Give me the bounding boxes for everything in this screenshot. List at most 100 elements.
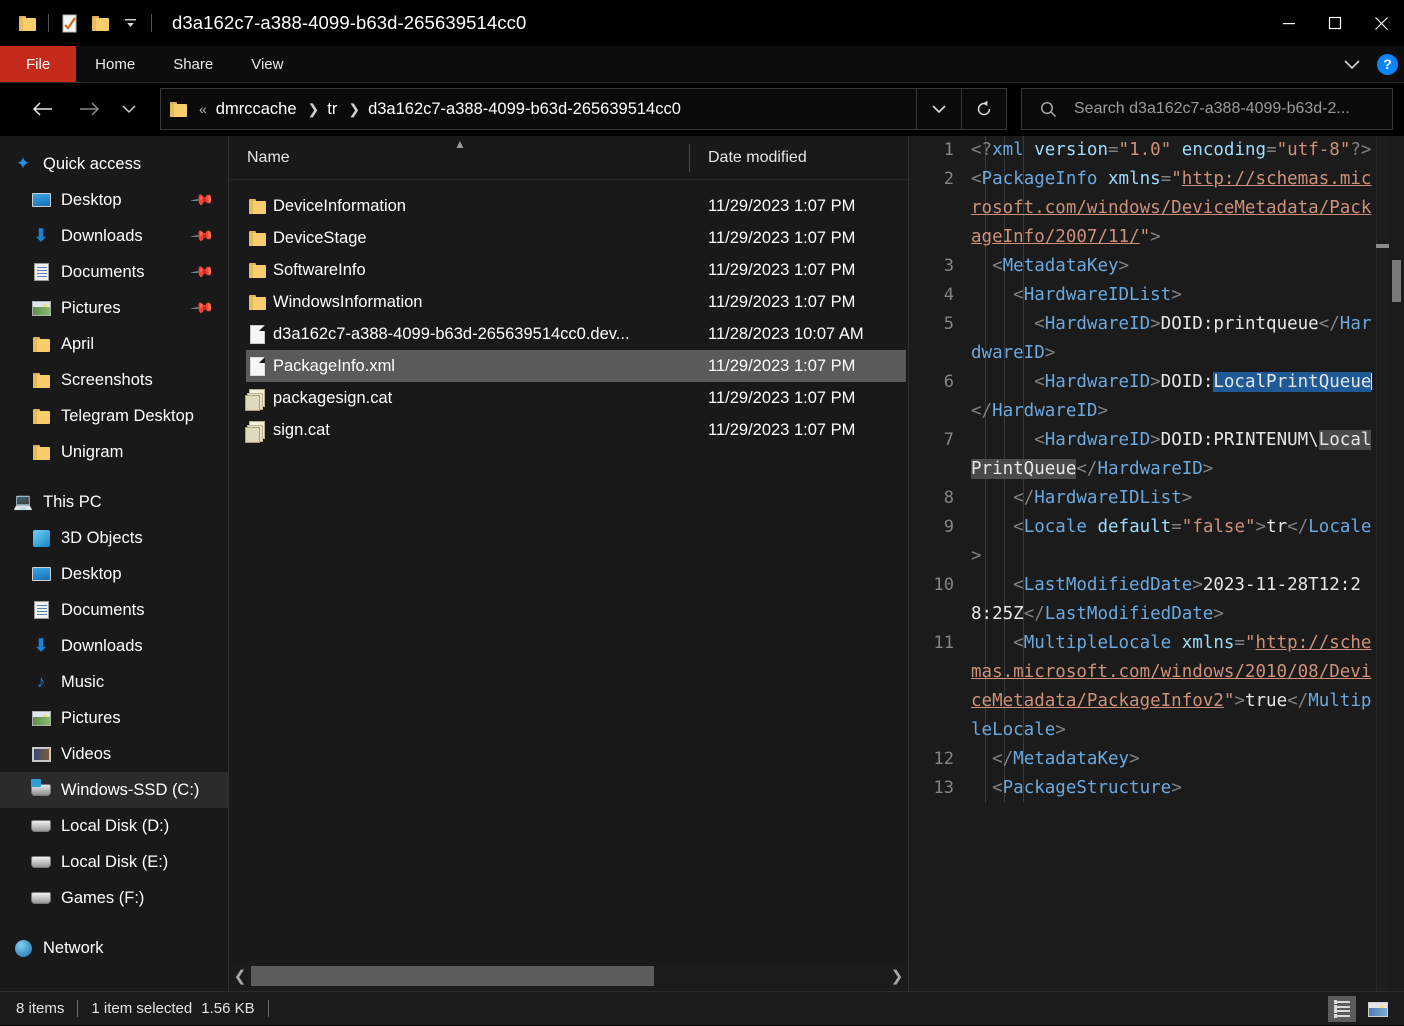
column-divider[interactable] — [689, 144, 690, 172]
back-button[interactable] — [26, 92, 60, 126]
breadcrumb-separator-1-icon[interactable]: ❯ — [300, 101, 325, 118]
sidebar-item-music[interactable]: ♪ Music — [0, 664, 228, 700]
tab-share[interactable]: Share — [154, 46, 232, 82]
sidebar-item-local-disk-d[interactable]: Local Disk (D:) — [0, 808, 228, 844]
sidebar-item-pc-desktop[interactable]: Desktop — [0, 556, 228, 592]
sidebar-item-pc-documents[interactable]: Documents — [0, 592, 228, 628]
sidebar-label: Windows-SSD (C:) — [61, 781, 199, 800]
minimize-button[interactable] — [1266, 0, 1312, 46]
sidebar-item-network[interactable]: Network — [0, 930, 228, 966]
sidebar-item-unigram[interactable]: Unigram — [0, 434, 228, 470]
properties-icon[interactable] — [55, 8, 85, 38]
code-token: MetadataKey — [1013, 749, 1129, 769]
code-token: < — [971, 314, 1045, 334]
address-bar[interactable]: « dmrccache ❯ tr ❯ d3a162c7-a388-4099-b6… — [160, 88, 1007, 130]
forward-button[interactable] — [72, 92, 106, 126]
search-box[interactable]: Search d3a162c7-a388-4099-b63d-2... — [1021, 88, 1393, 130]
sidebar-item-local-disk-e[interactable]: Local Disk (E:) — [0, 844, 228, 880]
code-editor[interactable]: 1<?xml version="1.0" encoding="utf-8"?>2… — [909, 136, 1379, 803]
sidebar-item-telegram-desktop[interactable]: Telegram Desktop — [0, 398, 228, 434]
sidebar-item-quick-access[interactable]: ✦ Quick access — [0, 146, 228, 182]
code-token: LastModifiedDate — [1024, 575, 1193, 595]
close-button[interactable] — [1358, 0, 1404, 46]
tab-file[interactable]: File — [0, 46, 76, 82]
code-token: "1.0" — [1119, 140, 1172, 160]
code-line-text[interactable]: <MetadataKey> — [971, 252, 1379, 281]
large-icons-view-button[interactable] — [1364, 996, 1392, 1022]
table-row[interactable]: WindowsInformation 11/29/2023 1:07 PM — [246, 286, 906, 318]
table-row[interactable]: SoftwareInfo 11/29/2023 1:07 PM — [246, 254, 906, 286]
code-line-text[interactable]: <HardwareID>DOID:LocalPrintQueue</Hardwa… — [971, 368, 1379, 426]
table-row[interactable]: sign.cat 11/29/2023 1:07 PM — [246, 414, 906, 446]
pin-icon[interactable]: 📌 — [190, 259, 216, 285]
details-view-button[interactable] — [1328, 996, 1356, 1022]
sidebar-item-desktop[interactable]: Desktop 📌 — [0, 182, 228, 218]
window-title: d3a162c7-a388-4099-b63d-265639514cc0 — [172, 12, 526, 34]
expand-ribbon-chevron-down-icon[interactable] — [1337, 59, 1367, 70]
table-row[interactable]: d3a162c7-a388-4099-b63d-265639514cc0.dev… — [246, 318, 906, 350]
code-minimap[interactable] — [1376, 136, 1389, 991]
sidebar-item-3d-objects[interactable]: 3D Objects — [0, 520, 228, 556]
sidebar-item-pictures[interactable]: Pictures 📌 — [0, 290, 228, 326]
code-token: xml — [992, 140, 1024, 160]
search-input[interactable]: Search d3a162c7-a388-4099-b63d-2... — [1074, 100, 1350, 118]
customize-qat-chevron-down-icon[interactable] — [115, 8, 145, 38]
code-line: 2<PackageInfo xmlns="http://schemas.micr… — [909, 165, 1379, 252]
recent-locations-chevron-down-icon[interactable] — [112, 92, 146, 126]
sidebar-item-april[interactable]: April — [0, 326, 228, 362]
code-line-text[interactable]: </MetadataKey> — [971, 745, 1379, 774]
sidebar-item-pc-downloads[interactable]: ⬇ Downloads — [0, 628, 228, 664]
help-icon[interactable]: ? — [1377, 54, 1398, 75]
code-line-text[interactable]: </HardwareIDList> — [971, 484, 1379, 513]
scroll-right-icon[interactable]: ❯ — [886, 967, 908, 985]
sidebar-item-pc-pictures[interactable]: Pictures — [0, 700, 228, 736]
breadcrumb-item-dmrccache[interactable]: dmrccache — [213, 100, 300, 119]
pin-icon[interactable]: 📌 — [190, 295, 216, 321]
code-line-text[interactable]: <PackageInfo xmlns="http://schemas.micro… — [971, 165, 1379, 252]
new-folder-icon[interactable] — [85, 8, 115, 38]
scrollbar-thumb[interactable] — [251, 966, 654, 986]
pin-icon[interactable]: 📌 — [190, 187, 216, 213]
breadcrumb-overflow-icon[interactable]: « — [193, 101, 213, 117]
sidebar-item-downloads[interactable]: ⬇ Downloads 📌 — [0, 218, 228, 254]
code-line-text[interactable]: <HardwareID>DOID:printqueue</HardwareID> — [971, 310, 1379, 368]
table-row[interactable]: PackageInfo.xml 11/29/2023 1:07 PM — [246, 350, 906, 382]
column-header-name[interactable]: ▲ Name — [229, 136, 691, 180]
file-list-pane[interactable]: ▲ Name Date modified DeviceInformation 1… — [229, 136, 908, 991]
scroll-left-icon[interactable]: ❮ — [229, 967, 251, 985]
code-line-text[interactable]: <?xml version="1.0" encoding="utf-8"?> — [971, 136, 1379, 165]
sidebar-item-this-pc[interactable]: 💻 This PC — [0, 484, 228, 520]
code-line-text[interactable]: <MultipleLocale xmlns="http://schemas.mi… — [971, 629, 1379, 745]
table-row[interactable]: DeviceStage 11/29/2023 1:07 PM — [246, 222, 906, 254]
pin-icon[interactable]: 📌 — [190, 223, 216, 249]
horizontal-scrollbar[interactable]: ❮ ❯ — [229, 962, 908, 990]
scrollbar-track[interactable] — [251, 965, 886, 987]
sidebar-label: Local Disk (D:) — [61, 817, 169, 836]
sidebar-item-windows-ssd-c[interactable]: Windows-SSD (C:) — [0, 772, 228, 808]
tab-view[interactable]: View — [232, 46, 302, 82]
code-line-text[interactable]: <HardwareIDList> — [971, 281, 1379, 310]
column-header-date-modified[interactable]: Date modified — [691, 136, 807, 180]
breadcrumb-separator-2-icon[interactable]: ❯ — [340, 101, 365, 118]
breadcrumb-item-current[interactable]: d3a162c7-a388-4099-b63d-265639514cc0 — [365, 100, 684, 119]
table-row[interactable]: DeviceInformation 11/29/2023 1:07 PM — [246, 190, 906, 222]
code-line-text[interactable]: <PackageStructure> — [971, 774, 1379, 803]
code-line-text[interactable]: <LastModifiedDate>2023-11-28T12:28:25Z</… — [971, 571, 1379, 629]
sidebar-item-videos[interactable]: Videos — [0, 736, 228, 772]
refresh-icon[interactable] — [962, 89, 1006, 129]
code-line-text[interactable]: <Locale default="false">tr</Locale> — [971, 513, 1379, 571]
preview-pane[interactable]: 1<?xml version="1.0" encoding="utf-8"?>2… — [909, 136, 1404, 991]
navigation-pane[interactable]: ✦ Quick access Desktop 📌 ⬇ Downloads 📌 D… — [0, 136, 228, 991]
code-line-text[interactable]: <HardwareID>DOID:PRINTENUM\LocalPrintQue… — [971, 426, 1379, 484]
table-row[interactable]: packagesign.cat 11/29/2023 1:07 PM — [246, 382, 906, 414]
address-dropdown-chevron-down-icon[interactable] — [917, 89, 961, 129]
vertical-scrollbar[interactable] — [1389, 136, 1404, 991]
sidebar-item-screenshots[interactable]: Screenshots — [0, 362, 228, 398]
tab-home[interactable]: Home — [76, 46, 154, 82]
pin-to-quick-access-icon[interactable] — [12, 8, 42, 38]
sidebar-item-games-f[interactable]: Games (F:) — [0, 880, 228, 916]
sidebar-item-documents[interactable]: Documents 📌 — [0, 254, 228, 290]
maximize-button[interactable] — [1312, 0, 1358, 46]
breadcrumb-item-tr[interactable]: tr — [324, 100, 340, 119]
scrollbar-thumb[interactable] — [1392, 260, 1401, 302]
